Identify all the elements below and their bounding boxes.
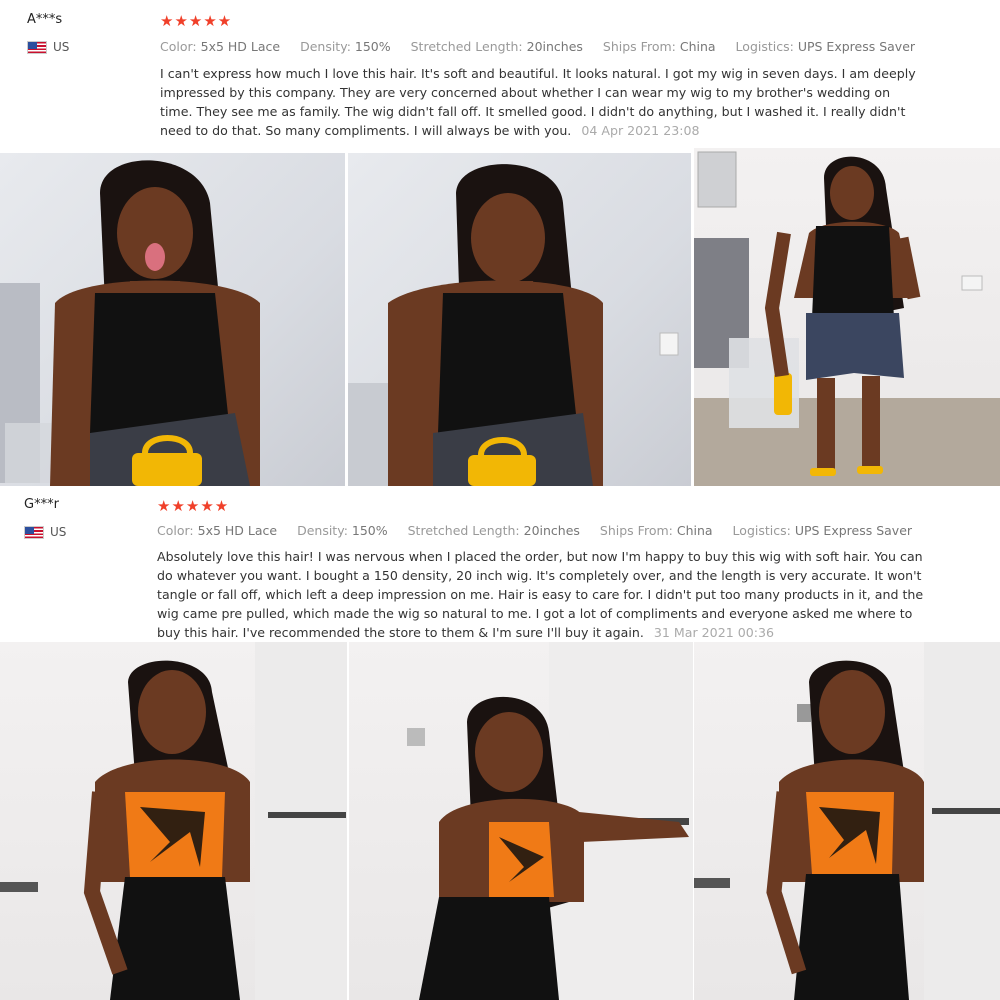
country-label: US (53, 40, 70, 54)
photo-woman-orange-top-3 (694, 642, 1000, 1000)
density-label: Density: (297, 523, 348, 538)
length-label: Stretched Length: (407, 523, 520, 538)
review-1: A***s US ★★★★★ Color: 5x5 HD Lace Densit… (0, 0, 1000, 145)
ships-value: China (679, 39, 716, 54)
review-photo-5[interactable] (349, 642, 693, 1000)
logistics-label: Logistics: (732, 523, 791, 538)
photo-woman-black-top-2 (348, 164, 679, 486)
logistics-label: Logistics: (735, 39, 794, 54)
review-date: 31 Mar 2021 00:36 (653, 625, 775, 640)
reviewer-name: A***s (27, 12, 63, 27)
length-label: Stretched Length: (410, 39, 523, 54)
photo-woman-black-top-1 (0, 160, 260, 486)
density-value: 150% (354, 39, 391, 54)
review-body: Absolutely love this hair! I was nervous… (157, 549, 924, 640)
logistics-value: UPS Express Saver (794, 523, 913, 538)
length-value: 20inches (523, 523, 580, 538)
review-photo-4[interactable] (0, 642, 347, 1000)
photo-woman-orange-top-2 (407, 642, 693, 1000)
length-value: 20inches (526, 39, 583, 54)
review-photo-2[interactable] (348, 153, 691, 486)
reviewer-name: G***r (24, 497, 59, 512)
product-attributes: Color: 5x5 HD Lace Density: 150% Stretch… (160, 39, 931, 54)
ships-label: Ships From: (602, 39, 676, 54)
logistics-value: UPS Express Saver (797, 39, 916, 54)
us-flag-icon (24, 525, 44, 539)
reviewer-country: US (27, 40, 69, 54)
color-label: Color: (160, 39, 197, 54)
color-value: 5x5 HD Lace (200, 39, 281, 54)
density-label: Density: (300, 39, 351, 54)
ships-label: Ships From: (599, 523, 673, 538)
photo-woman-orange-top-1 (0, 642, 347, 1000)
us-flag-icon (27, 40, 47, 54)
review-2: G***r US ★★★★★ Color: 5x5 HD Lace Densit… (0, 487, 1000, 640)
photo-woman-denim-shorts (694, 151, 1000, 486)
review-body: I can't express how much I love this hai… (160, 66, 916, 138)
review-date: 04 Apr 2021 23:08 (581, 123, 700, 138)
product-attributes: Color: 5x5 HD Lace Density: 150% Stretch… (157, 523, 928, 538)
country-label: US (50, 525, 67, 539)
ships-value: China (676, 523, 713, 538)
density-value: 150% (351, 523, 388, 538)
review-photo-3[interactable] (694, 148, 1000, 486)
star-rating: ★★★★★ (157, 497, 230, 515)
review-text: I can't express how much I love this hai… (160, 64, 920, 140)
color-label: Color: (157, 523, 194, 538)
review-photo-1[interactable] (0, 153, 345, 486)
star-rating: ★★★★★ (160, 12, 233, 30)
reviewer-country: US (24, 525, 66, 539)
review-text: Absolutely love this hair! I was nervous… (157, 547, 927, 642)
review-photo-6[interactable] (694, 642, 1000, 1000)
color-value: 5x5 HD Lace (197, 523, 278, 538)
